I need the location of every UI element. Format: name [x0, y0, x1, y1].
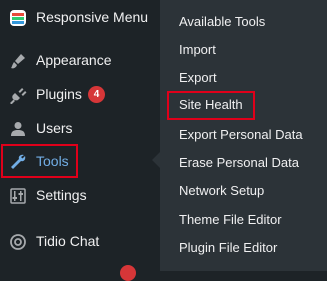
sidebar-item-tidio-chat[interactable]: Tidio Chat	[0, 224, 160, 258]
submenu-item-erase-personal-data[interactable]: Erase Personal Data	[179, 153, 299, 173]
sidebar-item-plugins[interactable]: Plugins 4	[0, 77, 160, 111]
sidebar-item-label: Users	[36, 120, 73, 136]
sidebar-item-appearance[interactable]: Appearance	[0, 43, 160, 77]
sidebar-item-label: Tidio Chat	[36, 233, 100, 249]
sidebar-item-label: Responsive Menu	[36, 9, 149, 25]
submenu-item-export-personal-data[interactable]: Export Personal Data	[179, 125, 303, 145]
submenu-item-export[interactable]: Export	[179, 68, 217, 88]
sidebar-item-label: Plugins	[36, 86, 82, 102]
sliders-icon	[8, 186, 28, 206]
sidebar-item-users[interactable]: Users	[0, 111, 160, 145]
update-count-badge: 4	[88, 86, 105, 103]
submenu-item-available-tools[interactable]: Available Tools	[179, 12, 265, 32]
site-health-highlight-box	[167, 91, 255, 120]
responsive-menu-logo-icon	[8, 8, 28, 28]
tools-highlight-box	[1, 144, 78, 178]
plug-icon	[8, 85, 28, 105]
sidebar-item-label: Settings	[36, 187, 87, 203]
submenu-item-plugin-file-editor[interactable]: Plugin File Editor	[179, 238, 277, 258]
chat-icon	[8, 232, 28, 252]
submenu-item-theme-file-editor[interactable]: Theme File Editor	[179, 210, 282, 230]
user-icon	[8, 119, 28, 139]
submenu-pointer	[152, 152, 160, 168]
admin-sidebar: Responsive Menu Appearance Plugins 4 Use…	[0, 0, 160, 281]
sidebar-item-responsive-menu[interactable]: Responsive Menu	[0, 0, 160, 34]
paintbrush-icon	[8, 51, 28, 71]
notification-badge-partial	[120, 265, 136, 281]
submenu-item-network-setup[interactable]: Network Setup	[179, 181, 264, 201]
sidebar-item-settings[interactable]: Settings	[0, 178, 160, 212]
submenu-item-import[interactable]: Import	[179, 40, 216, 60]
sidebar-item-label: Appearance	[36, 52, 112, 68]
